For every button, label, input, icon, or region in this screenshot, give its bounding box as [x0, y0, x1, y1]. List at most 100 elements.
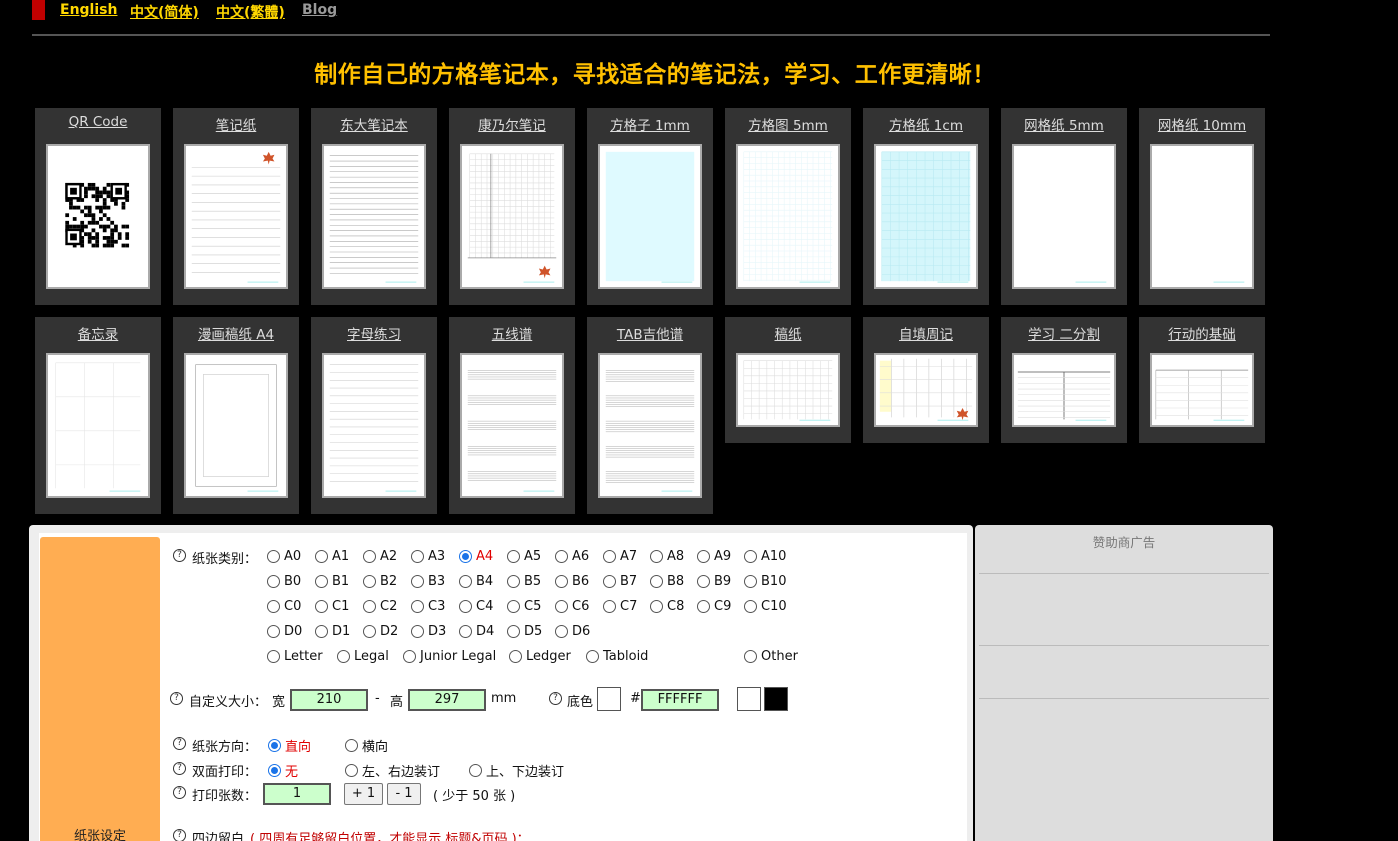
- template-preview[interactable]: [874, 144, 978, 289]
- help-icon[interactable]: ?: [173, 829, 186, 841]
- template-preview[interactable]: [874, 353, 978, 427]
- paper-size-radio[interactable]: C0: [267, 599, 301, 614]
- black-swatch[interactable]: [764, 687, 788, 711]
- template-preview[interactable]: [598, 144, 702, 289]
- template-preview[interactable]: [460, 144, 564, 289]
- template-tile[interactable]: 备忘录: [35, 317, 161, 514]
- template-preview[interactable]: [736, 353, 840, 427]
- paper-size-radio[interactable]: C9: [697, 599, 731, 614]
- paper-size-radio[interactable]: C10: [744, 599, 787, 614]
- template-tile[interactable]: QR Code: [35, 108, 161, 305]
- paper-size-radio[interactable]: A6: [555, 549, 589, 564]
- paper-size-radio[interactable]: D1: [315, 624, 350, 639]
- template-tile[interactable]: 方格子 1mm: [587, 108, 713, 305]
- paper-size-radio[interactable]: B3: [411, 574, 445, 589]
- template-tile[interactable]: 方格纸 1cm: [863, 108, 989, 305]
- paper-size-radio[interactable]: Ledger: [509, 649, 571, 664]
- template-preview[interactable]: [322, 353, 426, 498]
- nav-link-simplified-chinese[interactable]: 中文(简体): [130, 2, 199, 22]
- template-link[interactable]: 字母练习: [311, 323, 437, 343]
- template-preview[interactable]: [1012, 144, 1116, 289]
- help-icon[interactable]: ?: [549, 692, 562, 705]
- template-link[interactable]: 方格图 5mm: [725, 114, 851, 134]
- paper-size-radio[interactable]: C5: [507, 599, 541, 614]
- template-link[interactable]: 网格纸 5mm: [1001, 114, 1127, 134]
- paper-size-radio[interactable]: B9: [697, 574, 731, 589]
- bg-color-preview[interactable]: [597, 687, 621, 711]
- template-tile[interactable]: 方格图 5mm: [725, 108, 851, 305]
- paper-size-radio[interactable]: C1: [315, 599, 349, 614]
- nav-link-english[interactable]: English: [60, 2, 117, 18]
- template-preview[interactable]: [322, 144, 426, 289]
- help-icon[interactable]: ?: [173, 549, 186, 562]
- paper-size-radio[interactable]: Tabloid: [586, 649, 648, 664]
- height-input[interactable]: 297: [408, 689, 486, 711]
- paper-size-radio[interactable]: A9: [697, 549, 731, 564]
- template-tile[interactable]: 网格纸 10mm: [1139, 108, 1265, 305]
- template-preview[interactable]: [598, 353, 702, 498]
- paper-size-radio[interactable]: Other: [744, 649, 798, 664]
- paper-size-radio[interactable]: C8: [650, 599, 684, 614]
- template-link[interactable]: 学习 二分割: [1001, 323, 1127, 343]
- paper-size-radio[interactable]: B1: [315, 574, 349, 589]
- paper-size-radio[interactable]: A5: [507, 549, 541, 564]
- orientation-portrait-radio[interactable]: 直向: [268, 736, 311, 755]
- template-tile[interactable]: 东大笔记本: [311, 108, 437, 305]
- template-link[interactable]: TAB吉他谱: [587, 323, 713, 343]
- template-tile[interactable]: 学习 二分割: [1001, 317, 1127, 443]
- template-link[interactable]: 东大笔记本: [311, 114, 437, 134]
- paper-size-radio[interactable]: B0: [267, 574, 301, 589]
- paper-size-radio[interactable]: Letter: [267, 649, 323, 664]
- template-link[interactable]: 行动的基础: [1139, 323, 1265, 343]
- template-link[interactable]: 备忘录: [35, 323, 161, 343]
- template-preview[interactable]: [1012, 353, 1116, 427]
- paper-size-radio[interactable]: C3: [411, 599, 445, 614]
- template-preview[interactable]: [460, 353, 564, 498]
- paper-size-radio[interactable]: C2: [363, 599, 397, 614]
- paper-size-radio[interactable]: B10: [744, 574, 786, 589]
- template-link[interactable]: 五线谱: [449, 323, 575, 343]
- bg-color-input[interactable]: FFFFFF: [641, 689, 719, 711]
- paper-size-radio[interactable]: A7: [603, 549, 637, 564]
- increment-button[interactable]: + 1: [344, 783, 383, 805]
- help-icon[interactable]: ?: [170, 692, 183, 705]
- paper-size-radio[interactable]: D2: [363, 624, 398, 639]
- template-tile[interactable]: 字母练习: [311, 317, 437, 514]
- paper-size-radio[interactable]: B6: [555, 574, 589, 589]
- duplex-side-binding-radio[interactable]: 左、右边装订: [345, 761, 440, 780]
- paper-size-radio[interactable]: A2: [363, 549, 397, 564]
- settings-side-tab[interactable]: 纸张设定: [40, 537, 160, 841]
- orientation-landscape-radio[interactable]: 横向: [345, 736, 388, 755]
- template-link[interactable]: 网格纸 10mm: [1139, 114, 1265, 134]
- paper-size-radio[interactable]: B4: [459, 574, 493, 589]
- template-link[interactable]: 方格子 1mm: [587, 114, 713, 134]
- template-tile[interactable]: 行动的基础: [1139, 317, 1265, 443]
- paper-size-radio[interactable]: A4: [459, 549, 493, 564]
- paper-size-radio[interactable]: A10: [744, 549, 786, 564]
- template-tile[interactable]: 漫画稿纸 A4: [173, 317, 299, 514]
- template-preview[interactable]: [1150, 353, 1254, 427]
- template-link[interactable]: 漫画稿纸 A4: [173, 323, 299, 343]
- paper-size-radio[interactable]: C6: [555, 599, 589, 614]
- paper-size-radio[interactable]: Legal: [337, 649, 389, 664]
- paper-size-radio[interactable]: D5: [507, 624, 542, 639]
- template-tile[interactable]: 笔记纸: [173, 108, 299, 305]
- paper-size-radio[interactable]: C7: [603, 599, 637, 614]
- paper-size-radio[interactable]: A8: [650, 549, 684, 564]
- duplex-top-binding-radio[interactable]: 上、下边装订: [469, 761, 564, 780]
- template-link[interactable]: 方格纸 1cm: [863, 114, 989, 134]
- decrement-button[interactable]: - 1: [387, 783, 421, 805]
- paper-size-radio[interactable]: B5: [507, 574, 541, 589]
- paper-size-radio[interactable]: B8: [650, 574, 684, 589]
- template-preview[interactable]: [46, 353, 150, 498]
- paper-size-radio[interactable]: D3: [411, 624, 446, 639]
- template-preview[interactable]: [1150, 144, 1254, 289]
- template-link[interactable]: 笔记纸: [173, 114, 299, 134]
- template-link[interactable]: 自填周记: [863, 323, 989, 343]
- paper-size-radio[interactable]: D6: [555, 624, 590, 639]
- paper-size-radio[interactable]: Junior Legal: [403, 649, 496, 664]
- nav-link-blog[interactable]: Blog: [302, 2, 337, 18]
- template-tile[interactable]: TAB吉他谱: [587, 317, 713, 514]
- nav-link-traditional-chinese[interactable]: 中文(繁體): [216, 2, 285, 22]
- template-preview[interactable]: [46, 144, 150, 289]
